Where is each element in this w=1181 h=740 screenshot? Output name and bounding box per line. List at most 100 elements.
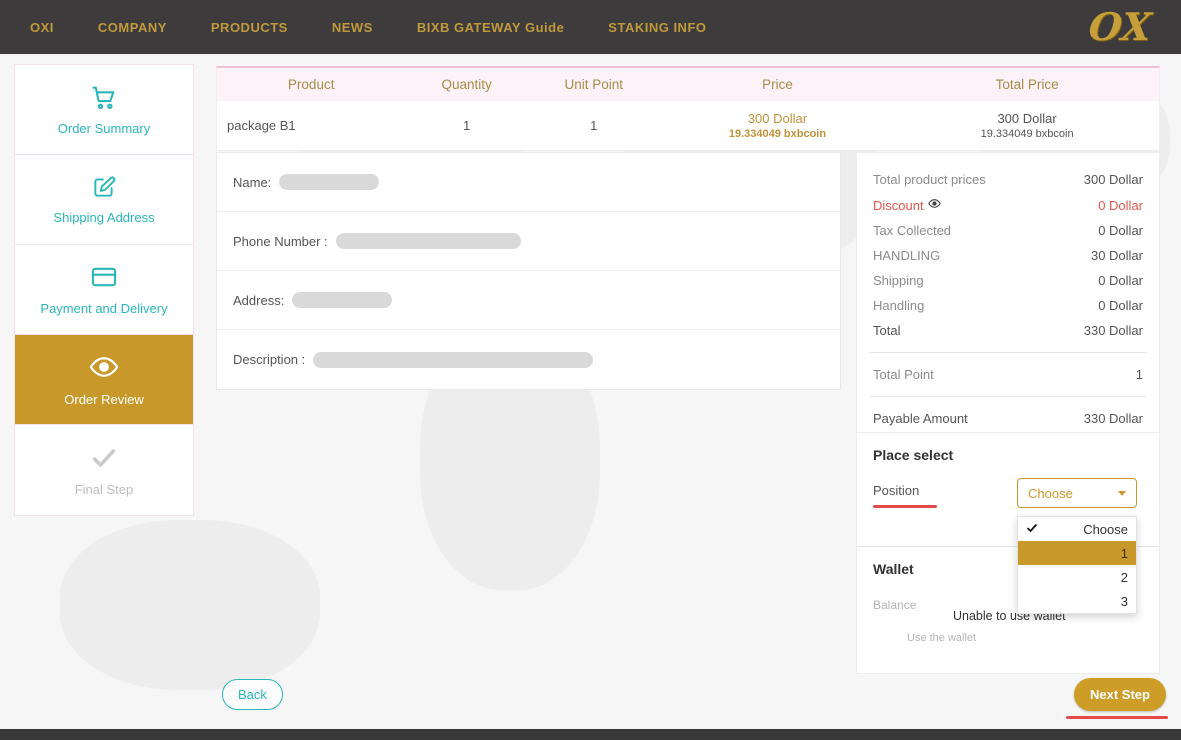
header-product: Product (287, 76, 335, 92)
position-dropdown-menu: Choose 1 2 3 (1017, 516, 1137, 614)
form-row-address: Address: (217, 271, 840, 330)
step-label: Shipping Address (53, 210, 155, 225)
nav-item-news[interactable]: NEWS (332, 20, 373, 35)
cell-total-price: 300 Dollar 19.334049 bxbcoin (895, 111, 1159, 140)
discount-eye-icon[interactable] (927, 197, 941, 213)
summary-value: 0 Dollar (1098, 298, 1143, 313)
nav-item-products[interactable]: PRODUCTS (211, 20, 288, 35)
total-dollar: 300 Dollar (997, 111, 1057, 126)
dropdown-option-2[interactable]: 2 (1018, 565, 1136, 589)
form-row-phone: Phone Number : (217, 212, 840, 271)
form-row-name: Name: (217, 153, 840, 212)
summary-label: HANDLING (873, 248, 941, 263)
summary-label: Shipping (873, 273, 924, 288)
edit-icon (91, 174, 117, 200)
next-step-button[interactable]: Next Step (1074, 678, 1166, 711)
address-label: Address: (233, 292, 285, 308)
price-bxbcoin: 19.334049 bxbcoin (728, 128, 827, 140)
summary-label: Tax Collected (873, 223, 952, 238)
sidebar-step-order-summary[interactable]: Order Summary (15, 65, 193, 155)
use-wallet-toggle[interactable]: Use the wallet (907, 632, 976, 644)
total-bxbcoin: 19.334049 bxbcoin (980, 128, 1074, 140)
position-dropdown-value: Choose (1028, 485, 1073, 501)
position-red-underline (873, 505, 937, 508)
summary-row: Tax Collected 0 Dollar (869, 218, 1147, 243)
wallet-title: Wallet (873, 561, 914, 577)
total-point-row: Total Point 1 (869, 362, 1147, 387)
position-field: Position (873, 483, 937, 508)
divider (869, 352, 1147, 353)
dropdown-option-choose[interactable]: Choose (1018, 517, 1136, 541)
dropdown-option-1[interactable]: 1 (1018, 541, 1136, 565)
map-blob (60, 520, 320, 690)
summary-value: 30 Dollar (1090, 248, 1143, 263)
step-label: Final Step (74, 481, 134, 497)
summary-row: HANDLING 30 Dollar (869, 243, 1147, 268)
sidebar-step-payment-and-delivery[interactable]: Payment and Delivery (15, 245, 193, 335)
sidebar-step-final-step[interactable]: Final Step (15, 425, 193, 515)
place-select-title: Place select (873, 447, 954, 463)
nav-item-oxi[interactable]: OXI (30, 20, 54, 35)
dropdown-option-3[interactable]: 3 (1018, 589, 1136, 613)
divider (869, 396, 1147, 397)
cell-price: 300 Dollar 19.334049 bxbcoin (660, 111, 896, 140)
sidebar-step-order-review[interactable]: Order Review (15, 335, 193, 425)
payable-amount-row: Payable Amount 330 Dollar (869, 406, 1147, 431)
price-dollar: 300 Dollar (747, 111, 808, 126)
sidebar-step-shipping-address[interactable]: Shipping Address (15, 155, 193, 245)
discount-label: Discount (873, 197, 924, 213)
option-label: 1 (1120, 545, 1128, 561)
phone-label: Phone Number : (233, 233, 328, 249)
page: OXI COMPANY PRODUCTS NEWS BIXB GATEWAY G… (0, 0, 1181, 740)
phone-value-redacted (335, 233, 521, 249)
brand-logo[interactable]: OX (1087, 4, 1154, 49)
summary-label: Discount (873, 197, 941, 213)
summary-label: Handling (873, 298, 925, 313)
description-value-redacted (313, 351, 594, 368)
chevron-down-icon (1118, 490, 1126, 496)
next-step-red-underline (1066, 716, 1168, 719)
table-row: package B1 1 1 300 Dollar 19.334049 bxbc… (217, 100, 1159, 150)
summary-label: Total product prices (873, 172, 986, 187)
step-label: Payment and Delivery (40, 301, 168, 316)
review-details-card: Name: Phone Number : Address: Descriptio… (216, 152, 841, 390)
summary-value: 330 Dollar (1083, 323, 1143, 338)
back-button[interactable]: Back (222, 679, 283, 710)
summary-value: 300 Dollar (1083, 172, 1143, 187)
option-label: 2 (1120, 569, 1128, 585)
step-label: Order Summary (57, 121, 151, 136)
cell-unit-point: 1 (590, 118, 598, 133)
footer-bar (0, 729, 1181, 740)
form-row-description: Description : (217, 330, 840, 389)
top-navigation: OXI COMPANY PRODUCTS NEWS BIXB GATEWAY G… (0, 0, 1181, 54)
position-dropdown[interactable]: Choose (1017, 478, 1137, 508)
cell-quantity: 1 (463, 118, 471, 133)
total-point-label: Total Point (873, 367, 934, 382)
header-total-price: Total Price (995, 76, 1059, 92)
header-price: Price (762, 76, 793, 92)
nav-item-staking-info[interactable]: STAKING INFO (608, 20, 706, 35)
credit-card-icon (90, 263, 118, 291)
summary-value: 0 Dollar (1098, 197, 1143, 213)
nav-item-bixb-gateway-guide[interactable]: BIXB GATEWAY Guide (417, 20, 564, 35)
place-select-card: Place select Position Choose Choose 1 2 (856, 432, 1160, 674)
step-label: Order Review (64, 392, 144, 407)
option-label: Choose (1083, 521, 1128, 537)
summary-row: Shipping 0 Dollar (869, 268, 1147, 293)
check-icon (1026, 522, 1038, 537)
option-label: 3 (1120, 593, 1128, 609)
description-label: Description : (233, 352, 306, 367)
price-summary-card: Total product prices 300 Dollar Discount… (856, 152, 1160, 444)
summary-label: Total (873, 323, 901, 338)
checkout-stepper: Order Summary Shipping Address Payment a… (14, 64, 194, 516)
summary-value: 0 Dollar (1098, 223, 1143, 238)
header-unit-point: Unit Point (564, 76, 624, 92)
nav-item-company[interactable]: COMPANY (98, 20, 167, 35)
name-value-redacted (279, 174, 380, 190)
address-value-redacted (292, 292, 393, 308)
position-label: Position (873, 483, 920, 498)
summary-row-discount: Discount 0 Dollar (869, 192, 1147, 218)
total-point-value: 1 (1135, 367, 1143, 382)
header-quantity: Quantity (441, 76, 492, 92)
summary-value: 0 Dollar (1098, 273, 1143, 288)
